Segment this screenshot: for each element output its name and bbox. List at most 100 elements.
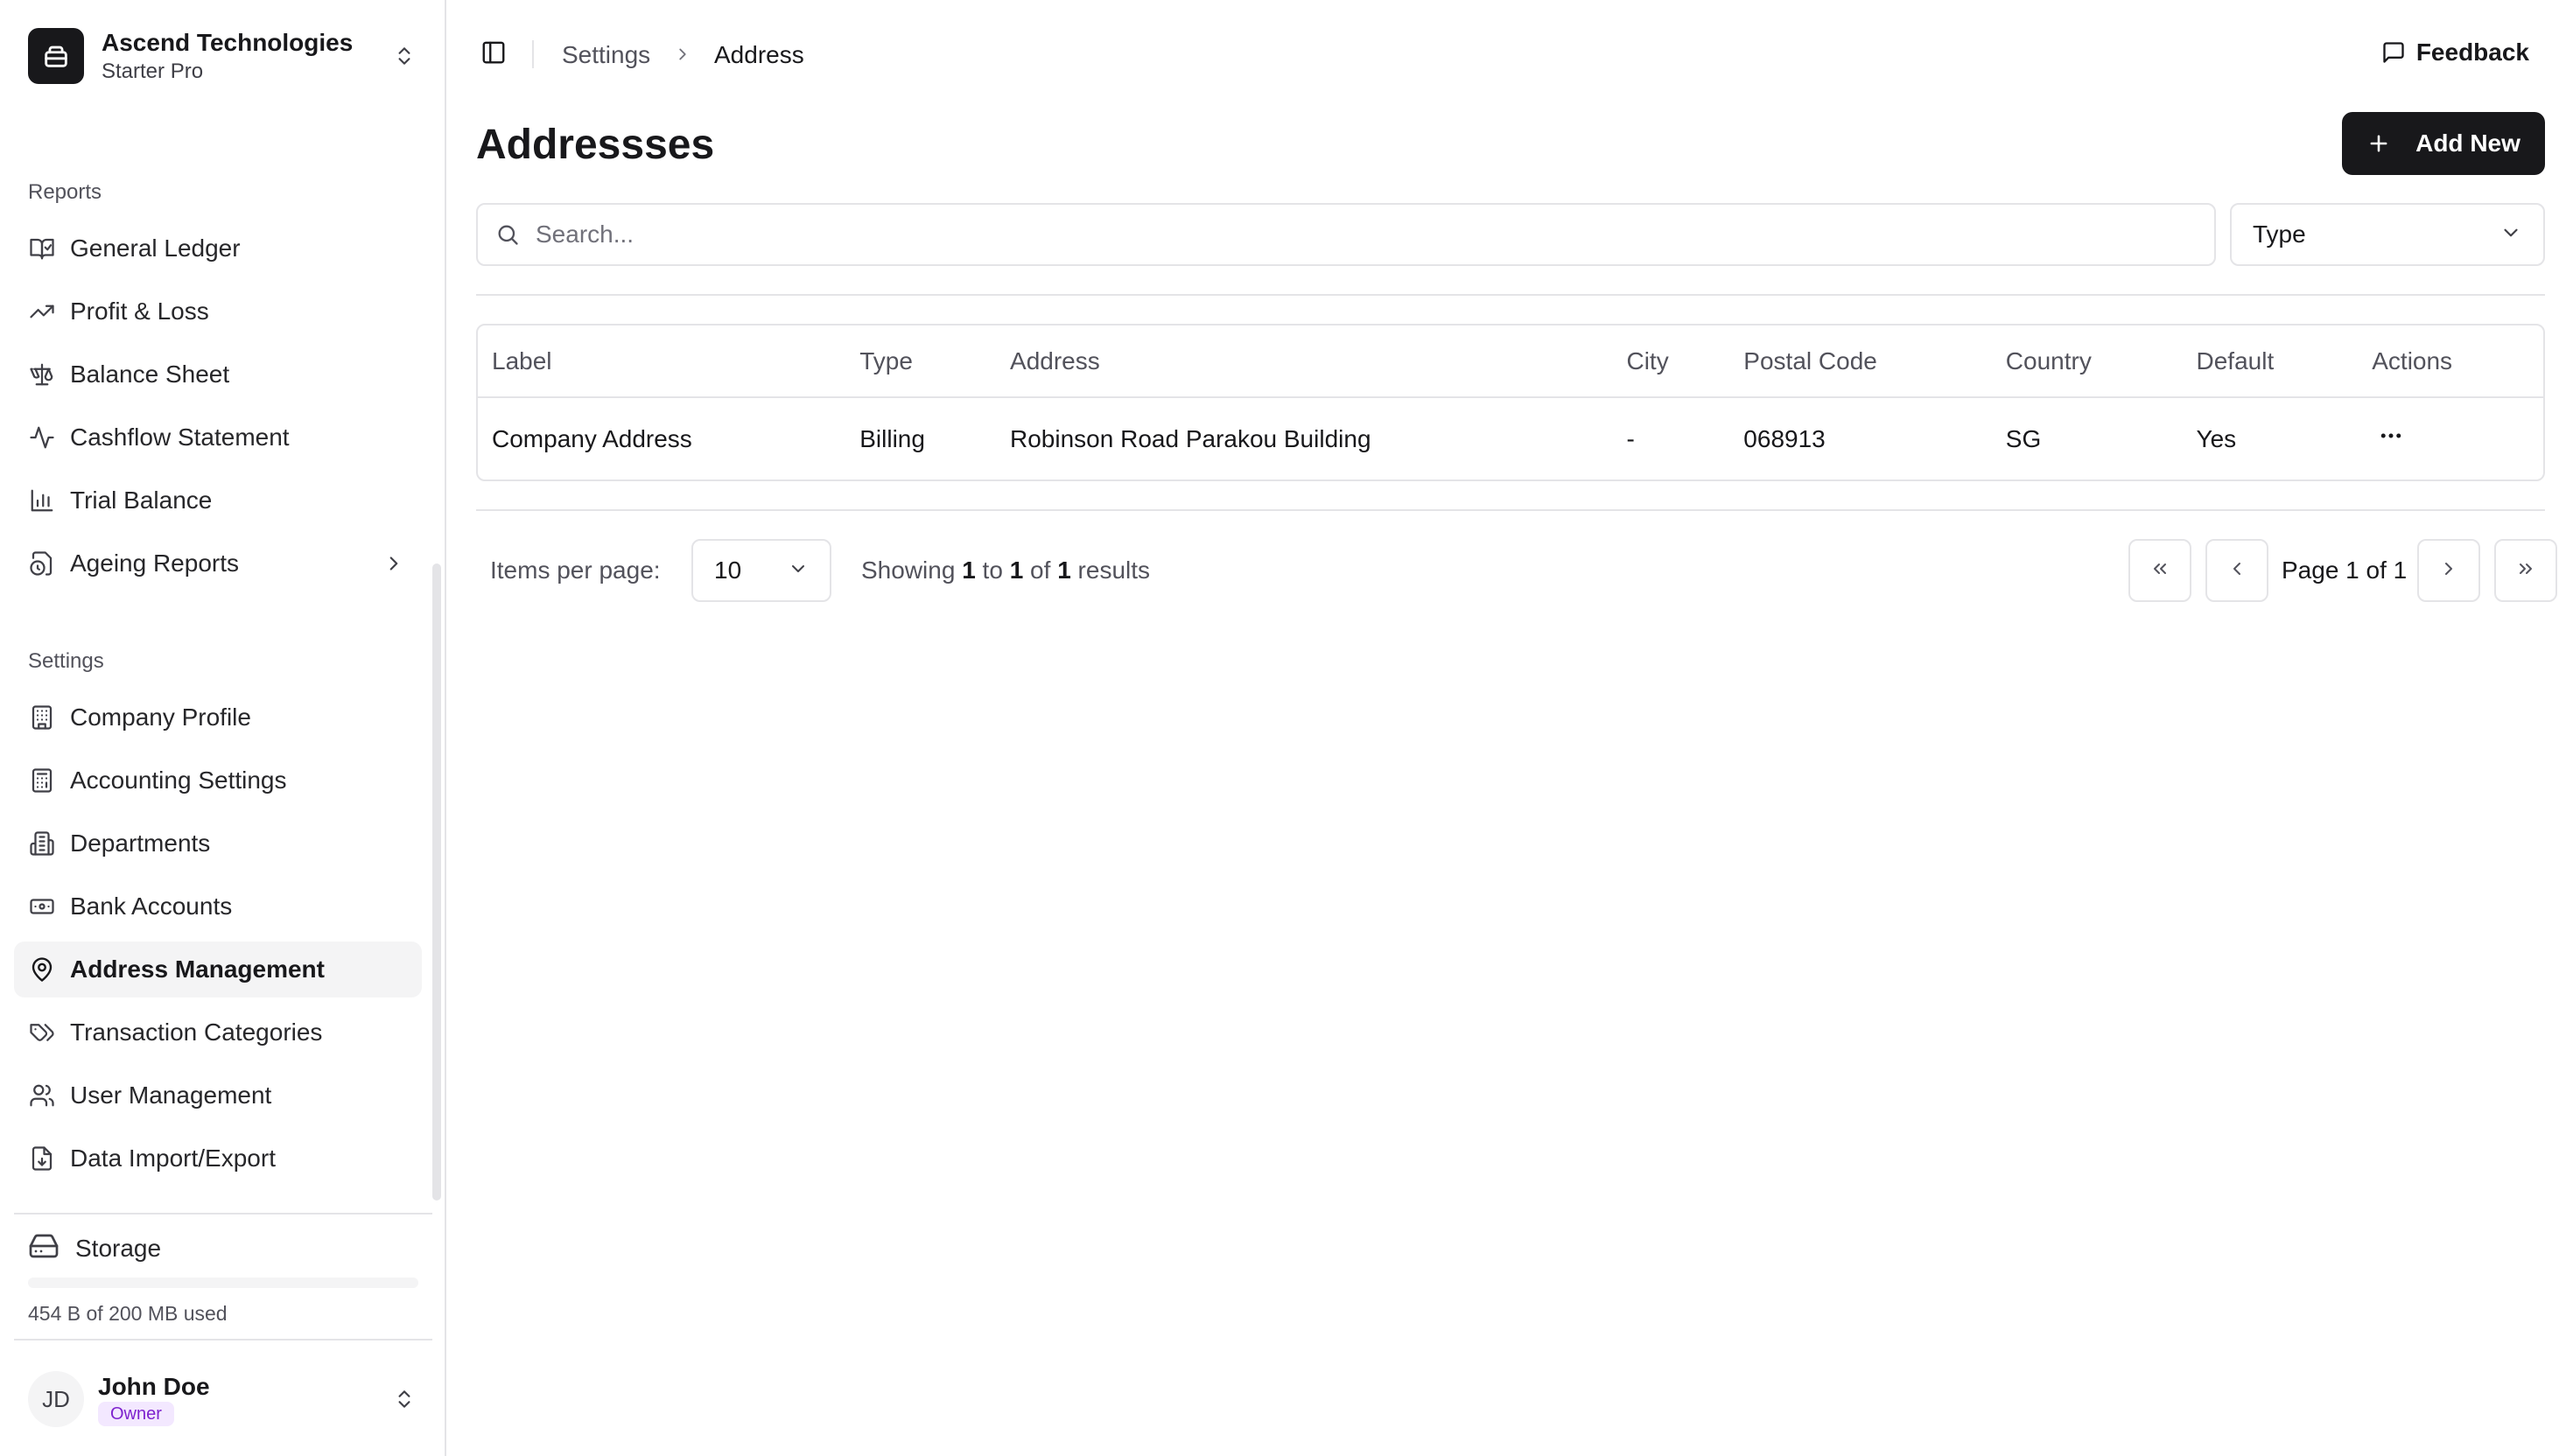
sidebar-item-label: Trial Balance	[70, 486, 213, 514]
sidebar-item-label: Balance Sheet	[70, 360, 230, 388]
sidebar-item-ageing-reports[interactable]: Ageing Reports	[14, 536, 422, 592]
sidebar-item-user-management[interactable]: User Management	[14, 1068, 422, 1124]
sidebar-item-trial-balance[interactable]: Trial Balance	[14, 472, 422, 528]
storage-label: Storage	[75, 1234, 162, 1262]
org-name: Ascend Technologies	[102, 29, 354, 56]
feedback-label: Feedback	[2415, 38, 2529, 66]
sidebar-item-label: Ageing Reports	[70, 550, 240, 577]
of-word: of	[1030, 556, 1051, 584]
role-badge: Owner	[98, 1402, 174, 1426]
sidebar-item-label: Data Import/Export	[70, 1144, 276, 1172]
next-page-button[interactable]	[2417, 539, 2480, 602]
type-filter-value: Type	[2253, 220, 2306, 248]
chevrons-right-icon	[2515, 558, 2536, 584]
calculator-icon	[28, 766, 56, 794]
search-input[interactable]	[536, 220, 2181, 248]
feedback-button[interactable]: Feedback	[2380, 38, 2529, 66]
file-import-icon	[28, 1144, 56, 1172]
divider	[476, 509, 2545, 511]
results-summary: Showing 1 to 1 of 1 results	[861, 556, 1150, 584]
sidebar-item-label: User Management	[70, 1082, 272, 1109]
divider	[14, 1213, 432, 1214]
plus-icon	[2366, 131, 2391, 156]
sidebar-item-company-profile[interactable]: Company Profile	[14, 690, 422, 746]
items-per-page-select[interactable]: 10	[691, 539, 831, 602]
first-page-button[interactable]	[2128, 539, 2191, 602]
sidebar-item-label: Departments	[70, 830, 211, 857]
chevron-right-icon	[380, 550, 408, 578]
bar-chart-icon	[28, 486, 56, 514]
type-filter-select[interactable]: Type	[2230, 203, 2545, 266]
divider	[476, 294, 2545, 296]
sidebar-item-cashflow-statement[interactable]: Cashflow Statement	[14, 410, 422, 466]
column-header-city[interactable]: City	[1612, 326, 1730, 398]
banknote-icon	[28, 892, 56, 920]
sidebar-item-address-management[interactable]: Address Management	[14, 942, 422, 998]
settings-section-label: Settings	[28, 649, 104, 673]
column-header-postal-code[interactable]: Postal Code	[1729, 326, 1992, 398]
org-plan: Starter Pro	[102, 60, 204, 83]
cell-address: Robinson Road Parakou Building	[1010, 424, 1371, 452]
trending-up-icon	[28, 298, 56, 326]
search-box[interactable]	[476, 203, 2216, 266]
sidebar-item-accounting-settings[interactable]: Accounting Settings	[14, 752, 422, 808]
avatar: JD	[28, 1371, 84, 1427]
results-total: 1	[1057, 556, 1071, 584]
results-from: 1	[962, 556, 976, 584]
column-header-type[interactable]: Type	[845, 326, 997, 398]
storage-progress-bar	[28, 1278, 418, 1288]
last-page-button[interactable]	[2494, 539, 2557, 602]
sidebar-item-balance-sheet[interactable]: Balance Sheet	[14, 346, 422, 402]
storage-section: Storage	[28, 1230, 161, 1266]
sidebar-item-departments[interactable]: Departments	[14, 816, 422, 872]
search-icon	[494, 220, 522, 248]
sidebar-item-label: Company Profile	[70, 704, 251, 731]
addresses-table: Label Type Address City Postal Code Coun…	[476, 324, 2545, 481]
chevrons-up-down-icon	[390, 42, 418, 70]
panel-left-icon	[480, 39, 507, 70]
table-row[interactable]: Company Address Billing Robinson Road Pa…	[478, 397, 2543, 480]
cell-default: Yes	[2196, 424, 2237, 452]
sidebar-item-transaction-categories[interactable]: Transaction Categories	[14, 1004, 422, 1060]
sidebar-item-label: Bank Accounts	[70, 892, 233, 920]
page-info: Page 1 of 1	[2282, 556, 2408, 584]
user-menu[interactable]: JD John Doe Owner	[28, 1370, 418, 1428]
column-header-default[interactable]: Default	[2182, 326, 2359, 398]
activity-icon	[28, 424, 56, 452]
users-icon	[28, 1082, 56, 1110]
sidebar-item-data-import-export[interactable]: Data Import/Export	[14, 1130, 422, 1186]
file-clock-icon	[28, 550, 56, 578]
more-horizontal-icon	[2378, 423, 2404, 455]
user-name: John Doe	[98, 1373, 210, 1400]
storage-usage-text: 454 B of 200 MB used	[28, 1302, 228, 1325]
reports-section-label: Reports	[28, 180, 102, 204]
chevrons-up-down-icon	[390, 1385, 418, 1413]
results-to: 1	[1009, 556, 1024, 584]
column-header-label[interactable]: Label	[478, 326, 846, 398]
column-header-country[interactable]: Country	[1991, 326, 2183, 398]
sidebar-item-general-ledger[interactable]: General Ledger	[14, 220, 422, 276]
items-per-page-value: 10	[714, 556, 742, 584]
chevron-right-icon	[672, 44, 693, 65]
chevron-down-icon	[788, 558, 809, 584]
column-header-actions: Actions	[2358, 326, 2543, 398]
chevron-left-icon	[2226, 558, 2247, 584]
previous-page-button[interactable]	[2205, 539, 2268, 602]
sidebar-item-profit-loss[interactable]: Profit & Loss	[14, 284, 422, 340]
column-header-address[interactable]: Address	[996, 326, 1613, 398]
sidebar-scrollbar[interactable]	[432, 564, 441, 1200]
cell-label: Company Address	[492, 424, 692, 452]
results-word: results	[1077, 556, 1151, 584]
sidebar-item-bank-accounts[interactable]: Bank Accounts	[14, 878, 422, 934]
row-actions-button[interactable]	[2372, 420, 2410, 458]
chevrons-left-icon	[2149, 558, 2170, 584]
page-title: Addressses	[476, 122, 715, 168]
sidebar-toggle-button[interactable]	[478, 38, 509, 70]
add-new-button[interactable]: Add New	[2342, 112, 2545, 175]
sidebar-item-label: Address Management	[70, 956, 325, 983]
org-switcher[interactable]: Ascend Technologies Starter Pro	[28, 26, 418, 86]
sidebar-item-label: General Ledger	[70, 234, 241, 262]
chevron-down-icon	[2499, 221, 2522, 248]
breadcrumb-settings[interactable]: Settings	[562, 40, 650, 70]
tags-icon	[28, 1018, 56, 1046]
